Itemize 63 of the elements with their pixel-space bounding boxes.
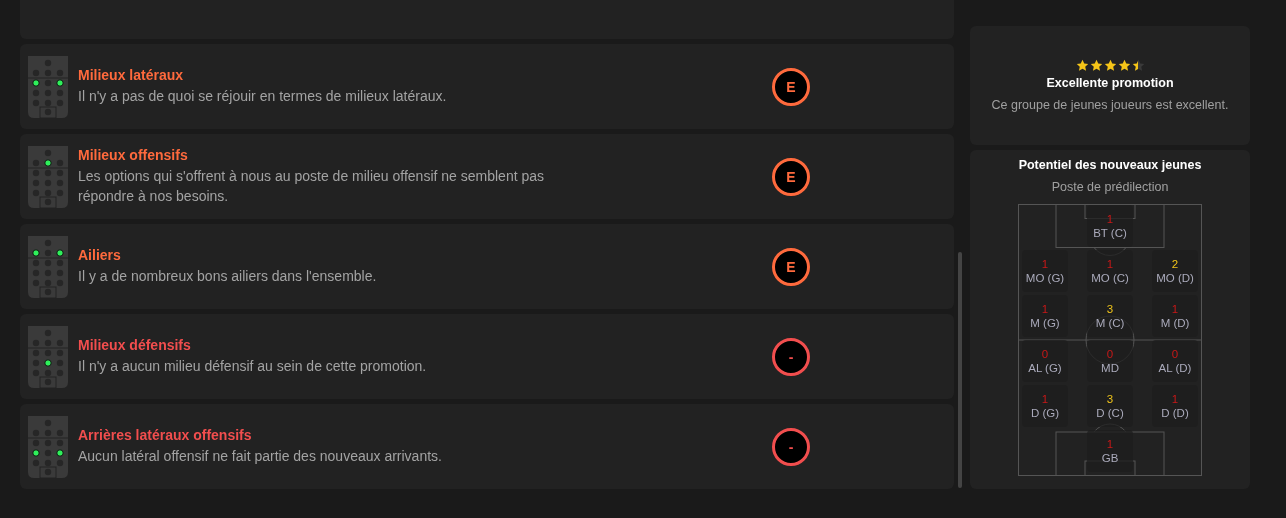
pitch-icon: [28, 55, 68, 118]
position-label: MD: [1101, 360, 1119, 376]
position-title: Milieux latéraux: [78, 67, 185, 83]
position-label: AL (G): [1028, 360, 1062, 376]
pitch-icon: [28, 415, 68, 478]
grade-badge: -: [772, 427, 810, 466]
position-label: D (G): [1030, 405, 1060, 421]
position-label: BT (C): [1093, 225, 1127, 241]
position-description: Aucun latéral offensif ne fait partie des nouveaux arrivants.: [78, 447, 443, 466]
player-count: 3: [1106, 301, 1114, 316]
grade-badge: E: [772, 247, 810, 286]
position-label: MO (D): [1156, 270, 1194, 286]
position-title: Arrières latéraux offensifs: [78, 427, 253, 443]
position-label: M (D): [1160, 315, 1190, 331]
position-label: MO (C): [1091, 270, 1129, 286]
scrollbar-thumb[interactable]: [958, 252, 962, 488]
grade-badge: -: [772, 337, 810, 376]
pitch-icon: [28, 235, 68, 298]
rating-description: Ce groupe de jeunes joueurs est excellent.: [991, 98, 1229, 112]
player-count: 1: [1106, 256, 1114, 271]
panel-title: Potentiel des nouveaux jeunes: [1018, 158, 1202, 172]
position-label: M (G): [1030, 315, 1060, 331]
player-count: 1: [1041, 256, 1049, 271]
position-label: D (C): [1096, 405, 1124, 421]
player-count: 0: [1041, 346, 1049, 361]
star-icon: [1075, 59, 1089, 72]
position-label: M (C): [1095, 315, 1125, 331]
star-icon: [1103, 59, 1117, 72]
rating-title: Excellente promotion: [1046, 76, 1174, 90]
position-description: Il n'y a pas de quoi se réjouir en termes de milieux latéraux.: [78, 87, 448, 106]
position-card[interactable]: Ailiers Il y a de nombreux bons ailiers dans l'ensemble. E: [20, 224, 954, 309]
grade-badge: E: [772, 67, 810, 106]
grade-badge: E: [772, 157, 810, 196]
position-card[interactable]: Milieux latéraux Il n'y a pas de quoi se réjouir en termes de milieux latéraux. E: [20, 44, 954, 129]
player-count: 1: [1106, 211, 1114, 226]
position-label: MO (G): [1025, 270, 1065, 286]
position-description: Il y a de nombreux bons ailiers dans l'ensemble.: [78, 267, 378, 286]
player-count: 1: [1041, 391, 1049, 406]
position-description: Il n'y a aucun milieu défensif au sein de cette promotion.: [78, 357, 428, 376]
position-card[interactable]: Milieux défensifs Il n'y a aucun milieu défensif au sein de cette promotion. -: [20, 314, 954, 399]
position-title: Ailiers: [78, 247, 122, 263]
star-icon: [1089, 59, 1103, 72]
position-description: Les options qui s'offrent à nous au poste de milieu offensif ne semblent pas répondre à nos besoins.: [78, 167, 545, 206]
position-title: Milieux offensifs: [78, 147, 189, 163]
position-label: GB: [1101, 450, 1119, 466]
position-card[interactable]: Arrières latéraux offensifs Aucun latéral offensif ne fait partie des nouveaux arrivants. -: [20, 404, 954, 489]
star-icon: [1131, 59, 1145, 72]
position-label: AL (D): [1158, 360, 1192, 376]
player-count: 1: [1106, 436, 1114, 451]
panel-subtitle: Poste de prédilection: [1051, 180, 1169, 194]
position-label: D (D): [1161, 405, 1189, 421]
player-count: 0: [1171, 346, 1179, 361]
star-icon: [1117, 59, 1131, 72]
position-card[interactable]: Milieux offensifs Les options qui s'offrent à nous au poste de milieu offensif ne semblent pas répondre à nos besoins. E: [20, 134, 954, 219]
player-count: 0: [1106, 346, 1114, 361]
player-count: 1: [1171, 301, 1179, 316]
pitch-icon: [28, 145, 68, 208]
player-count: 1: [1041, 301, 1049, 316]
position-title: Milieux défensifs: [78, 337, 192, 353]
player-count: 2: [1171, 256, 1179, 271]
pitch-icon: [28, 325, 68, 388]
player-count: 1: [1171, 391, 1179, 406]
player-count: 3: [1106, 391, 1114, 406]
